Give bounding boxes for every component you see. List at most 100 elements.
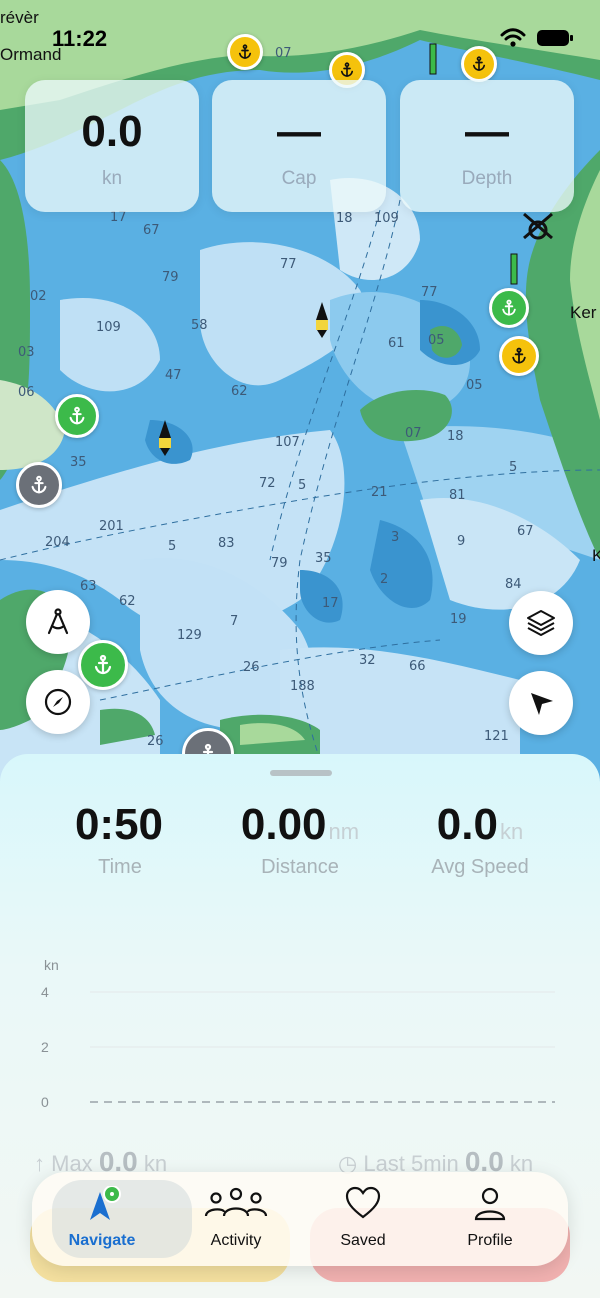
depth-sounding: 204 (45, 535, 70, 550)
depth-sounding: 109 (374, 211, 399, 226)
depth-sounding: 32 (359, 653, 376, 668)
depth-sounding: 18 (336, 211, 353, 226)
measure-button[interactable] (26, 590, 90, 654)
nautical-map[interactable]: révèr Ormand Ker K 07 17 67 18 109 79 77… (0, 0, 600, 790)
time-value: 0:50 (74, 800, 164, 849)
depth-sounding: 7 (230, 614, 239, 629)
depth-sounding: 3 (391, 530, 400, 545)
sheet-handle[interactable] (270, 770, 332, 776)
status-time: 11:22 (52, 26, 108, 51)
layers-icon (527, 610, 555, 636)
layers-button[interactable] (509, 591, 573, 655)
depth-sounding: 26 (147, 734, 164, 749)
course-label: Cap (281, 168, 317, 189)
compass-icon (44, 688, 72, 716)
anchorage-marker[interactable] (16, 462, 62, 508)
anchorage-marker[interactable] (499, 336, 539, 376)
place-label: Ker (570, 303, 597, 322)
course-value: — (277, 107, 321, 156)
anchorage-marker[interactable] (55, 394, 99, 438)
compass-button[interactable] (26, 670, 90, 734)
tab-label: Saved (340, 1232, 386, 1249)
depth-sounding: 2 (380, 572, 389, 587)
depth-card: — Depth (400, 80, 574, 212)
anchor-icon (340, 62, 354, 77)
anchorage-marker[interactable] (489, 288, 529, 328)
place-label: K (592, 546, 600, 565)
anchorage-marker[interactable] (78, 640, 128, 690)
depth-sounding: 62 (119, 594, 136, 609)
tab-bar: Navigate Activity Saved Profile (32, 1172, 568, 1266)
depth-sounding: 109 (96, 320, 121, 335)
speed-chart: kn 4 2 0 (41, 957, 555, 1110)
depth-sounding: 107 (275, 435, 300, 450)
depth-sounding: 67 (143, 223, 160, 238)
speed-unit-label: kn (101, 168, 123, 189)
depth-sounding: 5 (509, 460, 518, 475)
track-sheet[interactable]: 0:50 Time 0.00nm Distance 0.0kn Avg Spee… (0, 754, 600, 1298)
depth-sounding: 188 (290, 679, 315, 694)
depth-sounding: 84 (505, 577, 522, 592)
tab-activity[interactable]: Activity (176, 1172, 296, 1266)
depth-sounding: 77 (421, 285, 438, 300)
distance-unit: nm (328, 819, 360, 844)
depth-sounding: 72 (259, 476, 276, 491)
depth-sounding: 62 (231, 384, 248, 399)
chart-y-tick: 0 (41, 1094, 49, 1110)
depth-sounding: 47 (165, 368, 182, 383)
location-arrow-icon (531, 693, 553, 715)
depth-sounding: 26 (243, 660, 260, 675)
depth-sounding: 129 (177, 628, 202, 643)
depth-sounding: 58 (191, 318, 208, 333)
depth-sounding: 66 (409, 659, 426, 674)
depth-sounding: 83 (218, 536, 235, 551)
depth-sounding: 67 (517, 524, 534, 539)
depth-label: Depth (461, 168, 513, 189)
depth-sounding: 19 (450, 612, 467, 627)
depth-sounding: 35 (70, 455, 87, 470)
course-card: — Cap (212, 80, 386, 212)
depth-sounding: 05 (466, 378, 483, 393)
speed-value: 0.0 (81, 107, 143, 156)
depth-sounding: 201 (99, 519, 124, 534)
chart-y-tick: 4 (41, 984, 49, 1000)
anchor-icon (31, 475, 47, 494)
locate-button[interactable] (509, 671, 573, 735)
anchor-icon (512, 347, 526, 364)
wifi-icon (500, 28, 526, 47)
depth-sounding: 02 (30, 289, 47, 304)
place-label: révèr (0, 8, 39, 27)
avg-speed-value: 0.0 (436, 800, 498, 849)
heart-icon (345, 1186, 381, 1219)
depth-sounding: 63 (80, 579, 97, 594)
anchorage-marker[interactable] (227, 34, 263, 70)
tab-profile[interactable]: Profile (430, 1172, 550, 1266)
time-metric: 0:50 Time (20, 800, 220, 879)
navigate-arrow-icon (90, 1186, 121, 1220)
depth-sounding: 5 (298, 478, 307, 493)
depth-sounding: 06 (18, 385, 35, 400)
depth-sounding: 07 (405, 426, 422, 441)
depth-sounding: 05 (428, 333, 445, 348)
group-icon (204, 1187, 268, 1217)
depth-sounding: 18 (447, 429, 464, 444)
distance-label: Distance (261, 856, 339, 878)
depth-sounding: 35 (315, 551, 332, 566)
anchor-icon (502, 299, 516, 316)
battery-icon (537, 30, 573, 46)
anchor-icon (472, 56, 486, 71)
avg-speed-label: Avg Speed (431, 856, 529, 878)
anchor-icon (94, 654, 112, 675)
depth-sounding: 17 (110, 210, 127, 225)
tab-navigate[interactable]: Navigate (42, 1172, 192, 1266)
anchorage-marker[interactable] (461, 46, 497, 82)
tab-label: Profile (467, 1232, 513, 1249)
distance-value: 0.00 (240, 800, 327, 849)
depth-sounding: 5 (168, 539, 177, 554)
depth-sounding: 79 (162, 270, 179, 285)
depth-sounding: 9 (457, 534, 466, 549)
chart-y-tick: 2 (41, 1039, 49, 1055)
chart-y-label: kn (44, 957, 59, 973)
tab-saved[interactable]: Saved (303, 1172, 423, 1266)
avg-speed-metric: 0.0kn Avg Speed (380, 800, 580, 879)
